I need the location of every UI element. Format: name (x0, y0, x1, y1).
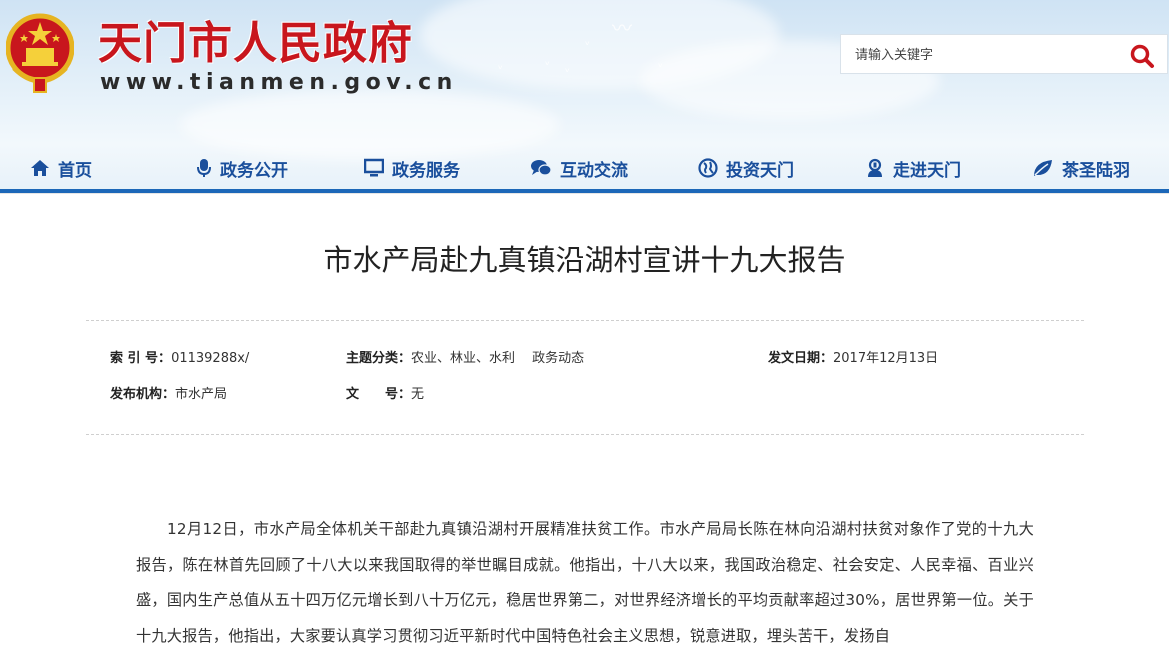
site-url[interactable]: www.tianmen.gov.cn (100, 70, 458, 95)
search-box (840, 34, 1168, 74)
bird-icon: 〰 (612, 16, 632, 40)
bird-icon: ᵛ (658, 60, 664, 74)
nav-item-interaction[interactable]: 互动交流 (530, 148, 628, 188)
divider (86, 320, 1084, 321)
meta-publisher: 发布机构：市水产局 (110, 386, 227, 404)
nav-item-home[interactable]: 首页 (30, 148, 92, 188)
meta-date-value: 2017年12月13日 (833, 351, 939, 366)
bird-icon: ᵛ (545, 58, 551, 72)
nav-item-invest[interactable]: 投资天门 (698, 148, 794, 188)
nav-label: 互动交流 (560, 160, 628, 181)
nav-label: 投资天门 (726, 160, 794, 181)
meta-docno-label: 文 号： (346, 387, 412, 402)
bird-icon: ᵛ (498, 62, 504, 76)
bird-icon: ᵛ (565, 65, 571, 79)
meta-index: 索 引 号：01139288x/ (110, 350, 249, 368)
meta-index-label: 索 引 号： (110, 351, 172, 366)
person-badge-icon (868, 158, 882, 177)
globe-icon (698, 158, 718, 178)
nav-label: 政务服务 (392, 160, 460, 181)
meta-date: 发文日期：2017年12月13日 (768, 350, 938, 368)
search-input[interactable] (855, 45, 1105, 65)
divider (86, 434, 1084, 435)
nav-label: 茶圣陆羽 (1062, 160, 1130, 181)
nav-item-government-services[interactable]: 政务服务 (364, 148, 460, 188)
article-body: 12月12日，市水产局全体机关干部赴九真镇沿湖村开展精准扶贫工作。市水产局局长陈… (136, 520, 1034, 645)
main-nav: 首页 政务公开 政务服务 互动交流 投资天门 走进天门 茶圣陆羽 (0, 148, 1169, 192)
nav-item-luyu[interactable]: 茶圣陆羽 (1032, 148, 1130, 188)
nav-item-government-affairs[interactable]: 政务公开 (196, 148, 288, 188)
home-icon (31, 160, 49, 176)
microphone-icon (197, 159, 211, 177)
chat-icon (531, 160, 552, 176)
article-title: 市水产局赴九真镇沿湖村宣讲十九大报告 (323, 243, 846, 277)
meta-docno: 文 号：无 (346, 386, 424, 404)
monitor-icon (364, 158, 384, 177)
meta-category-label: 主题分类： (346, 351, 412, 366)
nav-label: 政务公开 (220, 160, 288, 181)
nav-label: 首页 (58, 160, 92, 181)
search-icon[interactable] (1129, 43, 1155, 69)
meta-category: 主题分类：农业、林业、水利 政务动态 (346, 350, 584, 368)
site-header: 天门市人民政府 www.tianmen.gov.cn 〰 ᵛ ᵛ ᵛ ᵛ ᵛ 首… (0, 0, 1169, 192)
bird-icon: ᵛ (585, 38, 591, 52)
meta-docno-value: 无 (411, 387, 425, 402)
meta-publisher-value: 市水产局 (175, 387, 228, 402)
nav-item-about[interactable]: 走进天门 (865, 148, 961, 188)
site-title[interactable]: 天门市人民政府 (98, 16, 413, 72)
meta-date-label: 发文日期： (768, 351, 834, 366)
national-emblem-icon[interactable] (6, 8, 74, 94)
meta-category-value: 农业、林业、水利 政务动态 (411, 351, 585, 366)
meta-publisher-label: 发布机构： (110, 387, 176, 402)
nav-label: 走进天门 (893, 160, 961, 181)
meta-index-value: 01139288x/ (171, 351, 250, 366)
leaf-icon (1034, 160, 1052, 176)
